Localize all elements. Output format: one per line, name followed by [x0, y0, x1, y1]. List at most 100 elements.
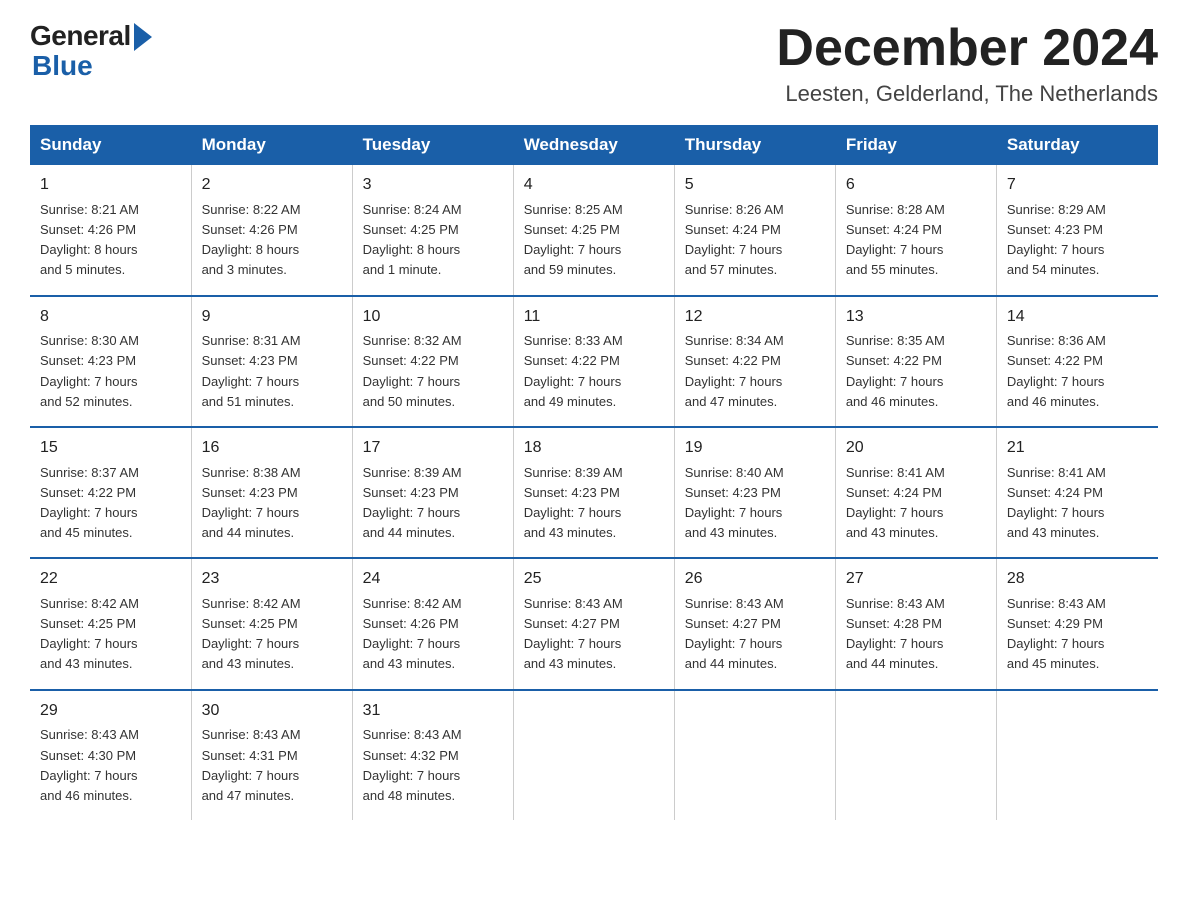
day-info: Sunrise: 8:43 AM Sunset: 4:30 PM Dayligh… — [40, 725, 181, 806]
day-number: 7 — [1007, 173, 1148, 198]
logo: General Blue — [30, 20, 152, 82]
calendar-cell: 16Sunrise: 8:38 AM Sunset: 4:23 PM Dayli… — [191, 427, 352, 558]
calendar-cell: 2Sunrise: 8:22 AM Sunset: 4:26 PM Daylig… — [191, 164, 352, 295]
day-number: 20 — [846, 436, 986, 461]
day-info: Sunrise: 8:42 AM Sunset: 4:26 PM Dayligh… — [363, 594, 503, 675]
calendar-cell: 4Sunrise: 8:25 AM Sunset: 4:25 PM Daylig… — [513, 164, 674, 295]
calendar-cell: 1Sunrise: 8:21 AM Sunset: 4:26 PM Daylig… — [30, 164, 191, 295]
header: General Blue December 2024 Leesten, Geld… — [30, 20, 1158, 107]
calendar-cell: 6Sunrise: 8:28 AM Sunset: 4:24 PM Daylig… — [835, 164, 996, 295]
calendar-cell: 27Sunrise: 8:43 AM Sunset: 4:28 PM Dayli… — [835, 558, 996, 689]
logo-general-text: General — [30, 20, 131, 52]
calendar-cell — [674, 690, 835, 820]
calendar-cell: 14Sunrise: 8:36 AM Sunset: 4:22 PM Dayli… — [996, 296, 1157, 427]
calendar-cell: 20Sunrise: 8:41 AM Sunset: 4:24 PM Dayli… — [835, 427, 996, 558]
day-info: Sunrise: 8:42 AM Sunset: 4:25 PM Dayligh… — [40, 594, 181, 675]
day-info: Sunrise: 8:34 AM Sunset: 4:22 PM Dayligh… — [685, 331, 825, 412]
calendar-header-row: SundayMondayTuesdayWednesdayThursdayFrid… — [30, 125, 1158, 164]
day-number: 24 — [363, 567, 503, 592]
weekday-header-wednesday: Wednesday — [513, 125, 674, 164]
day-number: 5 — [685, 173, 825, 198]
day-number: 14 — [1007, 305, 1148, 330]
day-info: Sunrise: 8:30 AM Sunset: 4:23 PM Dayligh… — [40, 331, 181, 412]
calendar-cell: 11Sunrise: 8:33 AM Sunset: 4:22 PM Dayli… — [513, 296, 674, 427]
day-info: Sunrise: 8:28 AM Sunset: 4:24 PM Dayligh… — [846, 200, 986, 281]
day-number: 11 — [524, 305, 664, 330]
day-info: Sunrise: 8:43 AM Sunset: 4:32 PM Dayligh… — [363, 725, 503, 806]
day-info: Sunrise: 8:43 AM Sunset: 4:29 PM Dayligh… — [1007, 594, 1148, 675]
day-number: 13 — [846, 305, 986, 330]
day-number: 26 — [685, 567, 825, 592]
day-info: Sunrise: 8:36 AM Sunset: 4:22 PM Dayligh… — [1007, 331, 1148, 412]
calendar-cell: 17Sunrise: 8:39 AM Sunset: 4:23 PM Dayli… — [352, 427, 513, 558]
weekday-header-friday: Friday — [835, 125, 996, 164]
day-number: 2 — [202, 173, 342, 198]
calendar-cell: 7Sunrise: 8:29 AM Sunset: 4:23 PM Daylig… — [996, 164, 1157, 295]
day-info: Sunrise: 8:35 AM Sunset: 4:22 PM Dayligh… — [846, 331, 986, 412]
calendar-cell — [835, 690, 996, 820]
day-number: 15 — [40, 436, 181, 461]
day-number: 22 — [40, 567, 181, 592]
day-info: Sunrise: 8:38 AM Sunset: 4:23 PM Dayligh… — [202, 463, 342, 544]
day-info: Sunrise: 8:40 AM Sunset: 4:23 PM Dayligh… — [685, 463, 825, 544]
day-number: 28 — [1007, 567, 1148, 592]
weekday-header-saturday: Saturday — [996, 125, 1157, 164]
day-info: Sunrise: 8:21 AM Sunset: 4:26 PM Dayligh… — [40, 200, 181, 281]
day-number: 3 — [363, 173, 503, 198]
day-info: Sunrise: 8:29 AM Sunset: 4:23 PM Dayligh… — [1007, 200, 1148, 281]
calendar-cell: 21Sunrise: 8:41 AM Sunset: 4:24 PM Dayli… — [996, 427, 1157, 558]
calendar-week-row: 8Sunrise: 8:30 AM Sunset: 4:23 PM Daylig… — [30, 296, 1158, 427]
day-info: Sunrise: 8:43 AM Sunset: 4:28 PM Dayligh… — [846, 594, 986, 675]
day-info: Sunrise: 8:41 AM Sunset: 4:24 PM Dayligh… — [1007, 463, 1148, 544]
day-number: 9 — [202, 305, 342, 330]
day-info: Sunrise: 8:43 AM Sunset: 4:27 PM Dayligh… — [524, 594, 664, 675]
calendar-cell: 22Sunrise: 8:42 AM Sunset: 4:25 PM Dayli… — [30, 558, 191, 689]
day-info: Sunrise: 8:32 AM Sunset: 4:22 PM Dayligh… — [363, 331, 503, 412]
day-number: 30 — [202, 699, 342, 724]
calendar-cell: 19Sunrise: 8:40 AM Sunset: 4:23 PM Dayli… — [674, 427, 835, 558]
calendar-week-row: 29Sunrise: 8:43 AM Sunset: 4:30 PM Dayli… — [30, 690, 1158, 820]
day-info: Sunrise: 8:33 AM Sunset: 4:22 PM Dayligh… — [524, 331, 664, 412]
calendar-cell: 3Sunrise: 8:24 AM Sunset: 4:25 PM Daylig… — [352, 164, 513, 295]
day-info: Sunrise: 8:39 AM Sunset: 4:23 PM Dayligh… — [524, 463, 664, 544]
day-number: 23 — [202, 567, 342, 592]
day-number: 16 — [202, 436, 342, 461]
calendar-cell: 31Sunrise: 8:43 AM Sunset: 4:32 PM Dayli… — [352, 690, 513, 820]
calendar-week-row: 22Sunrise: 8:42 AM Sunset: 4:25 PM Dayli… — [30, 558, 1158, 689]
weekday-header-sunday: Sunday — [30, 125, 191, 164]
day-number: 10 — [363, 305, 503, 330]
calendar-table: SundayMondayTuesdayWednesdayThursdayFrid… — [30, 125, 1158, 820]
location-title: Leesten, Gelderland, The Netherlands — [776, 81, 1158, 107]
logo-blue-text: Blue — [30, 50, 93, 82]
calendar-cell — [513, 690, 674, 820]
day-info: Sunrise: 8:37 AM Sunset: 4:22 PM Dayligh… — [40, 463, 181, 544]
calendar-cell: 23Sunrise: 8:42 AM Sunset: 4:25 PM Dayli… — [191, 558, 352, 689]
day-number: 25 — [524, 567, 664, 592]
calendar-cell: 15Sunrise: 8:37 AM Sunset: 4:22 PM Dayli… — [30, 427, 191, 558]
day-info: Sunrise: 8:31 AM Sunset: 4:23 PM Dayligh… — [202, 331, 342, 412]
day-info: Sunrise: 8:39 AM Sunset: 4:23 PM Dayligh… — [363, 463, 503, 544]
calendar-cell: 24Sunrise: 8:42 AM Sunset: 4:26 PM Dayli… — [352, 558, 513, 689]
calendar-cell: 29Sunrise: 8:43 AM Sunset: 4:30 PM Dayli… — [30, 690, 191, 820]
day-number: 18 — [524, 436, 664, 461]
day-number: 4 — [524, 173, 664, 198]
day-number: 31 — [363, 699, 503, 724]
calendar-cell: 25Sunrise: 8:43 AM Sunset: 4:27 PM Dayli… — [513, 558, 674, 689]
logo-arrow-icon — [134, 23, 152, 51]
day-number: 19 — [685, 436, 825, 461]
day-number: 21 — [1007, 436, 1148, 461]
day-info: Sunrise: 8:22 AM Sunset: 4:26 PM Dayligh… — [202, 200, 342, 281]
day-number: 6 — [846, 173, 986, 198]
day-number: 29 — [40, 699, 181, 724]
day-number: 1 — [40, 173, 181, 198]
calendar-cell — [996, 690, 1157, 820]
day-number: 8 — [40, 305, 181, 330]
calendar-cell: 10Sunrise: 8:32 AM Sunset: 4:22 PM Dayli… — [352, 296, 513, 427]
calendar-week-row: 15Sunrise: 8:37 AM Sunset: 4:22 PM Dayli… — [30, 427, 1158, 558]
day-info: Sunrise: 8:42 AM Sunset: 4:25 PM Dayligh… — [202, 594, 342, 675]
calendar-cell: 30Sunrise: 8:43 AM Sunset: 4:31 PM Dayli… — [191, 690, 352, 820]
calendar-week-row: 1Sunrise: 8:21 AM Sunset: 4:26 PM Daylig… — [30, 164, 1158, 295]
weekday-header-thursday: Thursday — [674, 125, 835, 164]
day-info: Sunrise: 8:41 AM Sunset: 4:24 PM Dayligh… — [846, 463, 986, 544]
calendar-cell: 18Sunrise: 8:39 AM Sunset: 4:23 PM Dayli… — [513, 427, 674, 558]
